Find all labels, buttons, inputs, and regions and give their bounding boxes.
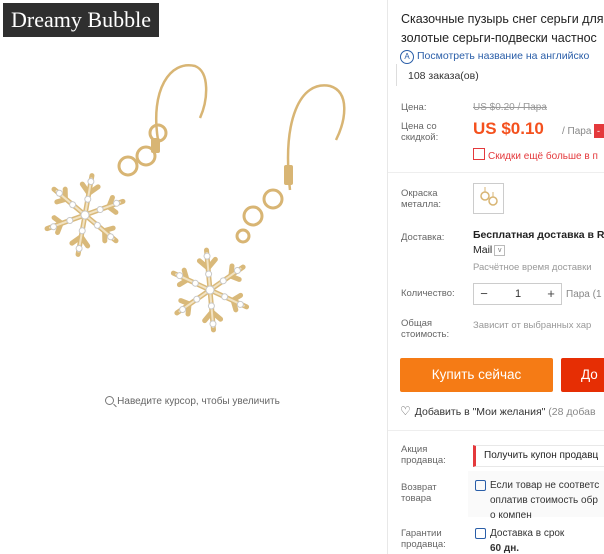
product-info-panel: Сказочные пузырь снег серьги для золотые… xyxy=(388,0,604,554)
guarantee-label-line: продавца: xyxy=(401,539,446,550)
wishlist-count: (28 добав xyxy=(548,406,596,418)
product-gallery: Dreamy Bubble Наведите курсор, чтобы уве… xyxy=(0,0,385,554)
shipping-estimate: Расчётное время доставки xyxy=(473,262,592,273)
section-divider xyxy=(388,430,604,431)
return-policy-text: Если товар не соответс оплатив стоимость… xyxy=(490,478,599,523)
qr-code-icon xyxy=(473,148,485,160)
return-policy-line: о компен xyxy=(490,510,532,521)
shipping-title: Бесплатная доставка в Ru xyxy=(473,229,604,241)
wishlist-text: Добавить в "Мои желания" xyxy=(414,406,546,418)
price-unit: / Пара xyxy=(562,126,592,137)
add-to-cart-button[interactable]: До xyxy=(561,358,604,392)
return-policy-line: Если товар не соответс xyxy=(490,480,600,491)
product-image[interactable] xyxy=(0,0,385,390)
quantity-stepper: − + xyxy=(473,283,562,305)
shipping-method-select[interactable]: Mail v xyxy=(473,244,506,256)
heart-icon: ♡ xyxy=(400,404,411,418)
color-swatch-gold[interactable] xyxy=(473,183,504,214)
discount-badge: - xyxy=(594,124,604,138)
brand-watermark: Dreamy Bubble xyxy=(3,3,159,37)
seller-promo-label-line: Акция xyxy=(401,444,428,455)
order-count: 108 заказа(ов) xyxy=(408,70,479,82)
shipping-method: Mail xyxy=(473,244,493,256)
quantity-unit: Пара (1 xyxy=(566,289,602,300)
return-policy-line: оплатив стоимость обр xyxy=(490,495,598,506)
promo-text: Скидки ещё больше в п xyxy=(488,151,598,162)
seller-promo-label: Акция продавца: xyxy=(401,444,446,466)
return-label-line: Возврат xyxy=(401,482,437,493)
guarantee-label-line: Гарантии xyxy=(401,528,442,539)
get-coupon-button[interactable]: Получить купон продавц xyxy=(473,445,604,467)
discount-label-line: Цена со xyxy=(401,121,437,132)
quantity-increase-button[interactable]: + xyxy=(541,284,561,304)
price-label: Цена: xyxy=(401,102,427,113)
product-title: Сказочные пузырь снег серьги для золотые… xyxy=(401,10,604,48)
product-title-line: Сказочные пузырь снег серьги для xyxy=(401,12,604,26)
translate-icon: A xyxy=(400,50,414,64)
total-cost-note: Зависит от выбранных хар xyxy=(473,320,592,331)
zoom-hint-text: Наведите курсор, чтобы увеличить xyxy=(117,396,280,407)
guarantee-days: 60 дн. xyxy=(490,543,520,554)
quantity-label: Количество: xyxy=(401,288,455,299)
store-promo-link[interactable]: Скидки ещё больше в п xyxy=(473,147,598,162)
clock-icon xyxy=(475,528,486,539)
section-divider xyxy=(388,172,604,173)
quantity-input[interactable] xyxy=(498,284,538,304)
return-icon xyxy=(475,480,486,491)
color-label-line: металла: xyxy=(401,199,442,210)
seller-promo-label-line: продавца: xyxy=(401,455,446,466)
zoom-hint: Наведите курсор, чтобы увеличить xyxy=(0,395,385,407)
swatch-thumbnail xyxy=(480,187,498,206)
guarantee-text: Доставка в срок 60 дн. xyxy=(490,526,564,554)
translate-title-link[interactable]: A Посмотреть название на английско xyxy=(400,50,589,64)
shipping-label: Доставка: xyxy=(401,232,445,243)
return-label-line: товара xyxy=(401,493,432,504)
add-to-wishlist-link[interactable]: ♡ Добавить в "Мои желания" (28 добав xyxy=(400,404,596,418)
magnifier-icon xyxy=(105,396,115,405)
orders-divider xyxy=(396,64,397,86)
quantity-decrease-button[interactable]: − xyxy=(474,284,494,304)
guarantee-label: Гарантии продавца: xyxy=(401,528,446,550)
buy-now-button[interactable]: Купить сейчас xyxy=(400,358,553,392)
total-cost-label: Общая стоимость: xyxy=(401,318,449,340)
return-label: Возврат товара xyxy=(401,482,437,504)
metal-color-label: Окраска металла: xyxy=(401,188,441,210)
total-label-line: Общая xyxy=(401,318,433,329)
guarantee-line: Доставка в срок xyxy=(490,528,565,539)
color-label-line: Окраска xyxy=(401,188,438,199)
discount-price: US $0.10 xyxy=(473,119,544,138)
product-title-line: золотые серьги-подвески частнос xyxy=(401,31,597,45)
discount-label-line: скидкой: xyxy=(401,132,439,143)
translate-link-text: Посмотреть название на английско xyxy=(417,50,590,62)
discount-price-label: Цена со скидкой: xyxy=(401,121,438,143)
chevron-down-icon: v xyxy=(494,244,506,256)
original-price: US $0.20 / Пара xyxy=(473,102,547,113)
total-label-line: стоимость: xyxy=(401,329,450,340)
